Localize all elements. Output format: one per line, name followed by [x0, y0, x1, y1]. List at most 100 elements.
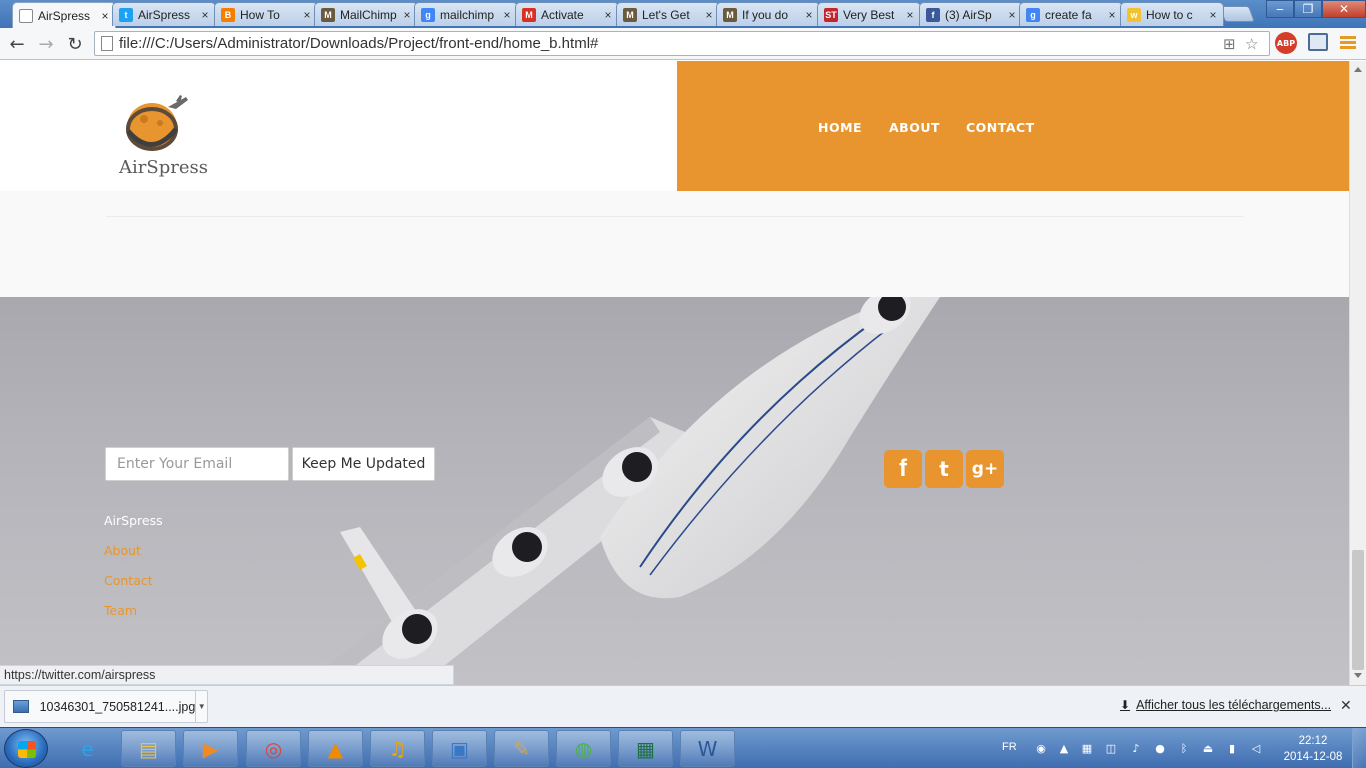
nav-contact[interactable]: CONTACT — [966, 120, 1035, 135]
scroll-up-icon[interactable] — [1354, 67, 1362, 72]
page-icon — [101, 36, 113, 51]
close-tab-icon[interactable]: × — [401, 8, 413, 22]
chrome-tray-icon[interactable]: ● — [1153, 741, 1167, 755]
gmail-icon: M — [522, 7, 536, 22]
download-shelf: 10346301_750581241....jpg ▼ ⬇ Afficher t… — [0, 685, 1366, 727]
show-desktop-button[interactable] — [1352, 728, 1366, 768]
network-icon[interactable]: ◍ — [556, 730, 611, 767]
start-button[interactable] — [4, 729, 48, 768]
usb-icon[interactable]: ⏏ — [1201, 741, 1215, 755]
footer-link-team[interactable]: Team — [104, 603, 137, 618]
browser-tab[interactable]: g mailchimp × — [414, 2, 518, 26]
browser-tab[interactable]: ST Very Best × — [817, 2, 921, 26]
facebook-icon[interactable]: f — [884, 450, 922, 488]
section-divider — [106, 216, 1244, 217]
browser-tab[interactable]: w How to c × — [1120, 2, 1224, 26]
close-tab-icon[interactable]: × — [301, 8, 313, 22]
close-tab-icon[interactable]: × — [99, 9, 111, 23]
close-tab-icon[interactable]: × — [703, 8, 715, 22]
app-tray-icon[interactable]: ◫ — [1104, 741, 1118, 755]
control-panel-icon[interactable]: ▣ — [432, 730, 487, 767]
clock-date: 2014-12-08 — [1283, 751, 1343, 763]
minimize-button[interactable]: ‒ — [1266, 0, 1294, 18]
close-tab-icon[interactable]: × — [1006, 8, 1018, 22]
vlc-tray-icon[interactable]: ▲ — [1057, 741, 1071, 755]
clock[interactable]: 22:12 2014-12-08 — [1280, 733, 1346, 765]
nav-about[interactable]: ABOUT — [889, 120, 940, 135]
reload-icon[interactable]: ↻ — [63, 32, 87, 56]
browser-menu-icon[interactable] — [1340, 36, 1356, 50]
notification-bell-icon[interactable]: ♪ — [1129, 741, 1143, 755]
tab-label: Let's Get — [642, 7, 690, 22]
scroll-thumb[interactable] — [1352, 550, 1364, 670]
browser-tab[interactable]: M MailChimp × — [314, 2, 418, 26]
close-tab-icon[interactable]: × — [602, 8, 614, 22]
firewall-tray-icon[interactable]: ▦ — [1080, 741, 1094, 755]
site-header: AirSpress HOME ABOUT CONTACT — [0, 61, 1349, 191]
bookmark-star-icon[interactable]: ☆ — [1245, 32, 1258, 55]
twitter-icon[interactable]: t — [925, 450, 963, 488]
audacity-icon[interactable]: ♫ — [370, 730, 425, 767]
close-tab-icon[interactable]: × — [803, 8, 815, 22]
browser-tab[interactable]: B How To × — [214, 2, 318, 26]
windows-logo-icon — [18, 741, 36, 758]
download-filename: 10346301_750581241....jpg — [39, 699, 196, 714]
show-all-label: Afficher tous les téléchargements... — [1136, 698, 1332, 712]
internet-explorer-icon[interactable]: e — [60, 730, 115, 767]
show-all-downloads-link[interactable]: ⬇ Afficher tous les téléchargements... — [1120, 698, 1331, 712]
keep-me-updated-button[interactable]: Keep Me Updated — [292, 447, 435, 481]
language-indicator[interactable]: FR — [1002, 741, 1017, 753]
media-player-icon[interactable]: ▶ — [183, 730, 238, 767]
tab-label: If you do — [742, 7, 789, 22]
close-tab-icon[interactable]: × — [1207, 8, 1219, 22]
paint-icon[interactable]: ✎ — [494, 730, 549, 767]
address-bar[interactable]: file:///C:/Users/Administrator/Downloads… — [94, 31, 1270, 56]
new-tab-button[interactable] — [1219, 6, 1255, 22]
browser-tab[interactable]: M If you do × — [716, 2, 820, 26]
mailchimp-icon: M — [723, 7, 737, 22]
network-tray-icon[interactable]: ◉ — [1034, 741, 1048, 755]
close-tab-icon[interactable]: × — [199, 8, 211, 22]
forward-icon[interactable]: → — [34, 32, 58, 56]
excel-icon[interactable]: ▦ — [618, 730, 673, 767]
nav-home[interactable]: HOME — [818, 120, 862, 135]
browser-tab[interactable]: AirSpress × — [12, 2, 116, 28]
browser-tab[interactable]: M Activate × — [515, 2, 619, 26]
browser-tab[interactable]: g create fa × — [1019, 2, 1123, 26]
tab-label: How To — [240, 7, 280, 22]
url-text[interactable]: file:///C:/Users/Administrator/Downloads… — [119, 35, 598, 52]
close-tab-icon[interactable]: × — [904, 8, 916, 22]
word-icon[interactable]: W — [680, 730, 735, 767]
footer-link-contact[interactable]: Contact — [104, 573, 153, 588]
volume-icon[interactable]: ◁ — [1249, 741, 1263, 755]
extension-icon[interactable] — [1308, 33, 1328, 51]
adblock-plus-icon[interactable]: ABP — [1275, 32, 1297, 54]
chevron-down-icon[interactable]: ▼ — [195, 691, 207, 722]
close-window-button[interactable]: ✕ — [1322, 0, 1366, 18]
restore-button[interactable]: ❐ — [1294, 0, 1322, 18]
page-viewport: AirSpress HOME ABOUT CONTACT Enter Your … — [0, 61, 1349, 685]
close-tab-icon[interactable]: × — [501, 8, 513, 22]
close-tab-icon[interactable]: × — [1106, 8, 1118, 22]
browser-tab[interactable]: f (3) AirSp × — [919, 2, 1023, 26]
google-plus-icon[interactable]: g+ — [966, 450, 1004, 488]
scroll-down-icon[interactable] — [1354, 673, 1362, 678]
bluetooth-icon[interactable]: ᛒ — [1177, 741, 1191, 755]
vlc-icon[interactable]: ▲ — [308, 730, 363, 767]
footer-brand: AirSpress — [104, 513, 163, 528]
file-explorer-icon[interactable]: ▤ — [121, 730, 176, 767]
chrome-icon[interactable]: ◎ — [246, 730, 301, 767]
image-file-icon — [13, 700, 29, 713]
footer-link-about[interactable]: About — [104, 543, 141, 558]
close-download-shelf-icon[interactable]: ✕ — [1340, 698, 1352, 714]
signal-icon[interactable]: ▮ — [1225, 741, 1239, 755]
page-scrollbar[interactable] — [1349, 61, 1366, 685]
browser-tab[interactable]: M Let's Get × — [616, 2, 720, 26]
taskbar: FR ◉ ▲ ▦ ◫ ♪ ● ᛒ ⏏ ▮ ◁ 22:12 2014-12-08 … — [0, 727, 1366, 768]
facebook-icon: f — [926, 7, 940, 22]
email-input[interactable]: Enter Your Email — [105, 447, 289, 481]
browser-tab[interactable]: t AirSpress × — [112, 2, 216, 26]
back-icon[interactable]: ← — [5, 32, 29, 56]
download-item[interactable]: 10346301_750581241....jpg ▼ — [4, 690, 208, 723]
translate-icon[interactable]: ⊞ — [1223, 32, 1236, 55]
